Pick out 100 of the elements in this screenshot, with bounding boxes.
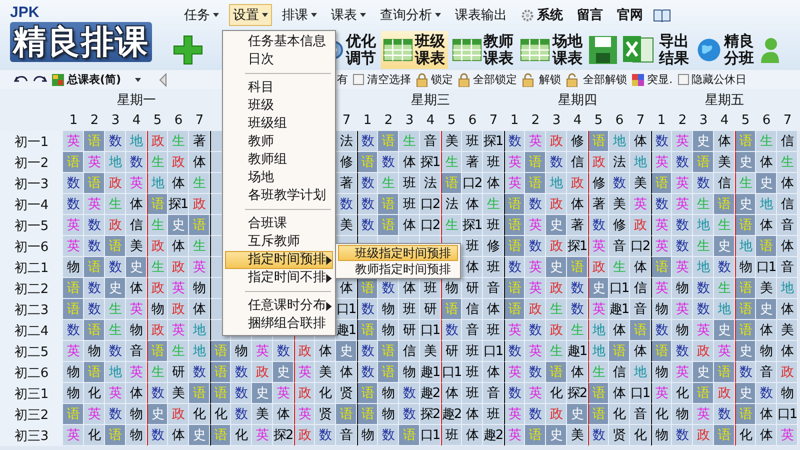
timetable-cell[interactable]: 数 xyxy=(231,404,252,425)
timetable-cell[interactable]: 体 xyxy=(777,341,798,362)
toolbar-button[interactable]: 全部锁定 xyxy=(458,72,518,87)
timetable-cell[interactable]: 数 xyxy=(525,194,546,215)
timetable-cell[interactable]: 班 xyxy=(462,131,483,152)
timetable-cell[interactable]: 班 xyxy=(483,152,504,173)
timetable-cell[interactable]: 著 xyxy=(462,152,483,173)
timetable-cell[interactable]: 美 xyxy=(714,152,735,173)
timetable-cell[interactable]: 信 xyxy=(630,278,651,299)
timetable-cell[interactable]: 体 xyxy=(777,299,798,320)
timetable-cell[interactable]: 物 xyxy=(126,320,147,341)
timetable-cell[interactable]: 体 xyxy=(567,194,588,215)
timetable-cell[interactable]: 音 xyxy=(609,236,630,257)
timetable-cell[interactable]: 数 xyxy=(378,425,399,446)
timetable-cell[interactable]: 数 xyxy=(399,404,420,425)
menu-item[interactable]: 捆绑组合联排 xyxy=(225,315,333,333)
timetable-cell[interactable]: 体 xyxy=(336,362,357,383)
menu-item[interactable]: 查询分析 xyxy=(376,4,445,26)
timetable-cell[interactable]: 体 xyxy=(483,362,504,383)
timetable-cell[interactable]: 数 xyxy=(378,278,399,299)
timetable-cell[interactable]: 体 xyxy=(462,425,483,446)
toolbar-button[interactable]: 场地课表 xyxy=(518,31,585,69)
timetable-cell[interactable]: 物 xyxy=(777,383,798,404)
timetable-cell[interactable]: 探2 xyxy=(273,425,294,446)
timetable-cell[interactable]: 趣1 xyxy=(420,362,441,383)
timetable-cell[interactable]: 体 xyxy=(630,341,651,362)
timetable-cell[interactable]: 数 xyxy=(525,404,546,425)
timetable-cell[interactable]: 趣1 xyxy=(336,320,357,341)
timetable-cell[interactable]: 数 xyxy=(567,299,588,320)
timetable-cell[interactable]: 化 xyxy=(672,383,693,404)
timetable-cell[interactable]: 化 xyxy=(735,425,756,446)
timetable-cell[interactable]: 班 xyxy=(399,173,420,194)
toolbar-button[interactable]: 突显. xyxy=(632,72,673,87)
timetable-cell[interactable]: 信 xyxy=(126,215,147,236)
menu-item[interactable]: 任务基本信息 xyxy=(225,33,333,51)
timetable-cell[interactable]: 体 xyxy=(273,404,294,425)
timetable-cell[interactable]: 数 xyxy=(63,194,84,215)
timetable-cell[interactable]: 法 xyxy=(609,152,630,173)
timetable-cell[interactable]: 数 xyxy=(588,215,609,236)
timetable-cell[interactable]: 信 xyxy=(777,131,798,152)
timetable-cell[interactable]: 班 xyxy=(483,320,504,341)
timetable-cell[interactable]: 班 xyxy=(462,341,483,362)
timetable-cell[interactable]: 物 xyxy=(735,257,756,278)
timetable-cell[interactable]: 音 xyxy=(336,425,357,446)
timetable-cell[interactable]: 美 xyxy=(315,362,336,383)
timetable-cell[interactable]: 美 xyxy=(420,341,441,362)
timetable-cell[interactable]: 体 xyxy=(315,341,336,362)
timetable-cell[interactable]: 体 xyxy=(189,152,210,173)
timetable-cell[interactable]: 化 xyxy=(651,404,672,425)
timetable-cell[interactable]: 体 xyxy=(483,299,504,320)
timetable-cell[interactable]: 化 xyxy=(609,404,630,425)
timetable-cell[interactable]: 数 xyxy=(609,173,630,194)
timetable-cell[interactable]: 数 xyxy=(357,341,378,362)
timetable-cell[interactable]: 数 xyxy=(525,236,546,257)
timetable-cell[interactable]: 音 xyxy=(462,320,483,341)
timetable-cell[interactable]: 数 xyxy=(357,215,378,236)
timetable-cell[interactable]: 数 xyxy=(357,194,378,215)
timetable-cell[interactable]: 趣2 xyxy=(441,404,462,425)
timetable-cell[interactable]: 趣1 xyxy=(567,341,588,362)
menu-item[interactable]: 设置 xyxy=(229,4,272,26)
timetable-cell[interactable]: 口1 xyxy=(777,404,798,425)
timetable-cell[interactable]: 体 xyxy=(126,383,147,404)
timetable-cell[interactable]: 口2 xyxy=(420,215,441,236)
timetable-cell[interactable]: 化 xyxy=(189,404,210,425)
timetable-cell[interactable]: 数 xyxy=(441,320,462,341)
timetable-cell[interactable]: 体 xyxy=(630,131,651,152)
timetable-cell[interactable]: 修 xyxy=(336,152,357,173)
timetable-cell[interactable]: 贤 xyxy=(315,404,336,425)
timetable-cell[interactable]: 美 xyxy=(630,173,651,194)
timetable-cell[interactable]: 数 xyxy=(336,194,357,215)
timetable-cell[interactable]: 物 xyxy=(63,257,84,278)
menu-item[interactable]: 任意课时分布 xyxy=(225,297,333,315)
timetable-cell[interactable]: 数 xyxy=(525,362,546,383)
timetable-cell[interactable]: 数 xyxy=(126,152,147,173)
timetable-cell[interactable]: 口1 xyxy=(756,257,777,278)
timetable-cell[interactable]: 化 xyxy=(546,383,567,404)
timetable-cell[interactable]: 物 xyxy=(126,404,147,425)
timetable-cell[interactable]: 物 xyxy=(378,404,399,425)
timetable-cell[interactable]: 班 xyxy=(462,362,483,383)
timetable-cell[interactable]: 数 xyxy=(357,299,378,320)
toolbar-button[interactable]: 班级课表 xyxy=(380,31,448,69)
timetable-cell[interactable]: 数 xyxy=(714,404,735,425)
menu-item[interactable]: 指定时间不排 xyxy=(225,269,333,287)
menu-item[interactable]: 班级 xyxy=(225,97,333,115)
toolbar-button[interactable]: 解锁 xyxy=(522,72,562,87)
timetable-cell[interactable]: 数 xyxy=(504,257,525,278)
menu-item[interactable]: 科目 xyxy=(225,79,333,97)
timetable-cell[interactable]: 美 xyxy=(168,383,189,404)
timetable-cell[interactable]: 修 xyxy=(567,131,588,152)
timetable-cell[interactable]: 数 xyxy=(84,299,105,320)
timetable-cell[interactable]: 物 xyxy=(672,278,693,299)
menu-item[interactable]: 各班教学计划 xyxy=(225,187,333,205)
menu-item[interactable]: 指定时间预排 xyxy=(225,251,333,269)
timetable-cell[interactable]: 体 xyxy=(567,362,588,383)
timetable-cell[interactable]: 探1 xyxy=(462,215,483,236)
timetable-cell[interactable]: 信 xyxy=(567,152,588,173)
timetable-cell[interactable]: 数 xyxy=(693,173,714,194)
timetable-cell[interactable]: 口1 xyxy=(609,278,630,299)
timetable-cell[interactable]: 信 xyxy=(609,362,630,383)
timetable-cell[interactable]: 音 xyxy=(777,257,798,278)
